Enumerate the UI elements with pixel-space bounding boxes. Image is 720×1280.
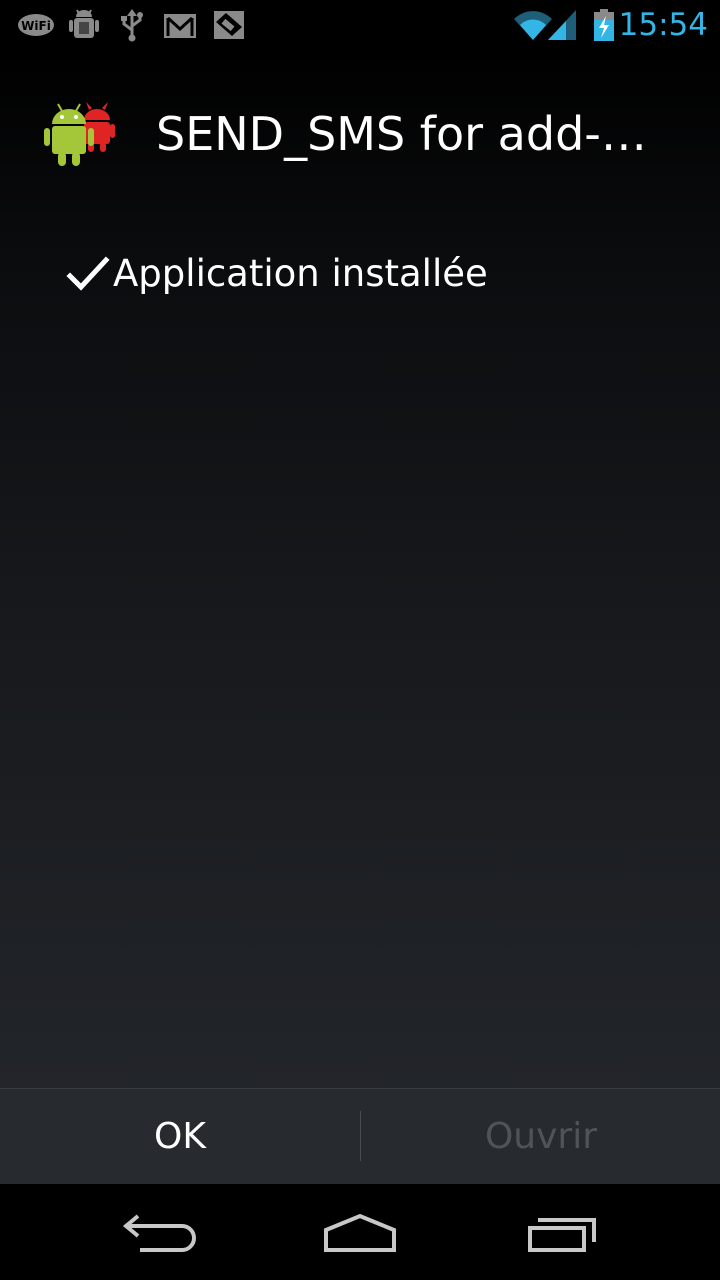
- wifi-notification-icon: WiFi: [18, 14, 54, 36]
- screen: WiFi 15:54 SEND_SMS for add-… Applicatio…: [0, 0, 720, 1280]
- cell-signal-icon: [548, 10, 576, 40]
- status-bar: WiFi 15:54: [0, 0, 720, 50]
- navigation-bar: [0, 1184, 720, 1280]
- android-app-icon: [44, 102, 115, 166]
- usb-icon: [121, 9, 143, 42]
- recent-apps-icon[interactable]: [502, 1202, 622, 1262]
- debug-android-icon: [69, 9, 99, 38]
- gmail-icon: [164, 14, 196, 38]
- status-time: 15:54: [618, 7, 708, 43]
- ok-button[interactable]: OK: [0, 1089, 360, 1184]
- title-row: SEND_SMS for add-…: [0, 90, 720, 186]
- home-icon[interactable]: [300, 1202, 420, 1262]
- checkmark-icon: [66, 256, 110, 291]
- button-bar: OK Ouvrir: [0, 1088, 720, 1184]
- svg-text:WiFi: WiFi: [21, 19, 51, 33]
- battery-charging-icon: [594, 9, 614, 41]
- install-status-text: Application installée: [113, 252, 488, 295]
- screenshot-icon: [214, 11, 244, 39]
- open-button[interactable]: Ouvrir: [361, 1089, 720, 1184]
- back-icon[interactable]: [100, 1202, 220, 1262]
- installer-result-dialog: SEND_SMS for add-… Application installée: [0, 50, 720, 1088]
- dialog-title: SEND_SMS for add-…: [156, 107, 647, 161]
